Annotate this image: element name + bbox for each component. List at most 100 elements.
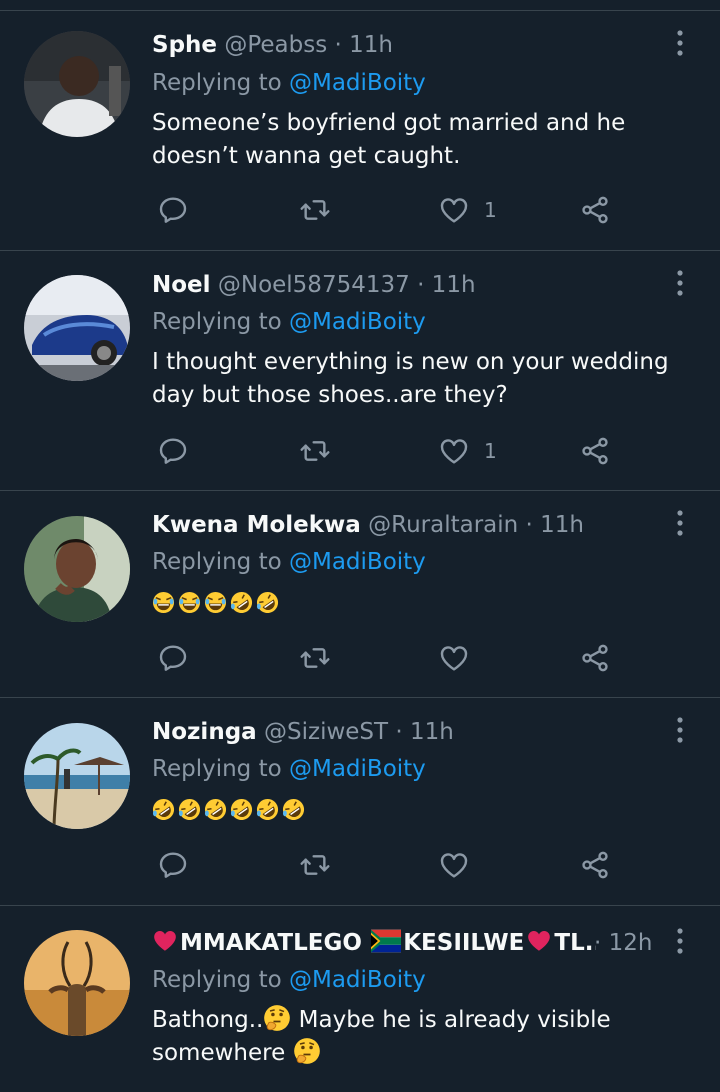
- display-name[interactable]: Nozinga: [152, 719, 257, 745]
- joy-emoji: [178, 591, 201, 614]
- red-heart-emoji: [152, 928, 178, 954]
- timestamp[interactable]: · 11h: [417, 272, 475, 298]
- reply-label: Replying to: [152, 309, 289, 335]
- retweet-icon: [299, 642, 331, 674]
- avatar[interactable]: [24, 275, 130, 381]
- red-heart-emoji: [526, 928, 552, 954]
- retweet-button[interactable]: [299, 431, 331, 471]
- like-button[interactable]: [438, 845, 470, 885]
- timestamp[interactable]: · 11h: [335, 32, 393, 58]
- tweet-emojis: [152, 795, 697, 828]
- display-name[interactable]: Noel: [152, 272, 211, 298]
- like-icon: [438, 642, 470, 674]
- retweet-icon: [299, 849, 331, 881]
- reply-mention[interactable]: @MadiBoity: [289, 549, 426, 575]
- like-button[interactable]: 1: [438, 431, 497, 471]
- tweet-text: Someone’s boyfriend got married and he d…: [152, 110, 626, 169]
- share-icon: [579, 435, 611, 467]
- tweet-header: Kwena Molekwa @Ruraltarain · 11h: [152, 509, 660, 541]
- retweet-button[interactable]: [299, 638, 331, 678]
- reply-mention[interactable]: @MadiBoity: [289, 70, 426, 96]
- timestamp[interactable]: · 11h: [395, 719, 453, 745]
- like-button[interactable]: [438, 638, 470, 678]
- reply-label: Replying to: [152, 70, 289, 96]
- display-name[interactable]: MMAKATLEGO: [180, 930, 362, 956]
- like-count: 1: [484, 198, 497, 222]
- rofl-emoji: [178, 798, 201, 821]
- reply-mention[interactable]: @MadiBoity: [289, 756, 426, 782]
- replying-to: Replying to @MadiBoity: [152, 546, 426, 578]
- avatar[interactable]: [24, 930, 130, 1036]
- reply-button[interactable]: [157, 431, 189, 471]
- like-icon: [438, 849, 470, 881]
- share-icon: [579, 849, 611, 881]
- more-icon[interactable]: [668, 925, 692, 957]
- tweet-text: I thought everything is new on your wedd…: [152, 349, 669, 408]
- share-icon: [579, 642, 611, 674]
- timestamp[interactable]: · 11h: [526, 512, 584, 538]
- avatar[interactable]: [24, 723, 130, 829]
- more-icon[interactable]: [668, 714, 692, 746]
- rofl-emoji: [230, 798, 253, 821]
- username[interactable]: @Noel58754137: [218, 272, 410, 298]
- tweet-actions: [152, 638, 632, 678]
- tweet-text: Bathong.. Maybe he is already visible so…: [152, 1004, 697, 1070]
- more-icon[interactable]: [668, 267, 692, 299]
- tweet-header: Nozinga @SiziweST · 11h: [152, 716, 660, 748]
- like-button[interactable]: 1: [438, 190, 497, 230]
- rofl-emoji: [152, 798, 175, 821]
- thinking-emoji: [263, 1004, 291, 1032]
- reply-icon: [157, 849, 189, 881]
- display-name-end[interactable]: TL...: [554, 930, 596, 956]
- reply-label: Replying to: [152, 549, 289, 575]
- reply-mention[interactable]: @MadiBoity: [289, 967, 426, 993]
- tweet-actions: [152, 845, 632, 885]
- more-icon[interactable]: [668, 507, 692, 539]
- share-button[interactable]: [579, 190, 611, 230]
- reply-icon: [157, 642, 189, 674]
- divider: [0, 250, 720, 251]
- avatar[interactable]: [24, 516, 130, 622]
- divider: [0, 697, 720, 698]
- joy-emoji: [152, 591, 175, 614]
- username[interactable]: @Ruraltarain: [368, 512, 518, 538]
- tweet-header: MMAKATLEGO KESIILWE TL...: [152, 927, 596, 959]
- replying-to: Replying to @MadiBoity: [152, 67, 426, 99]
- like-count: 1: [484, 439, 497, 463]
- rofl-emoji: [282, 798, 305, 821]
- tweet-header: Sphe @Peabss · 11h: [152, 29, 660, 61]
- retweet-button[interactable]: [299, 190, 331, 230]
- share-icon: [579, 194, 611, 226]
- rofl-emoji: [230, 591, 253, 614]
- share-button[interactable]: [579, 638, 611, 678]
- reply-button[interactable]: [157, 638, 189, 678]
- replying-to: Replying to @MadiBoity: [152, 964, 426, 996]
- reply-icon: [157, 194, 189, 226]
- display-name[interactable]: Sphe: [152, 32, 217, 58]
- retweet-button[interactable]: [299, 845, 331, 885]
- reply-button[interactable]: [157, 190, 189, 230]
- avatar[interactable]: [24, 31, 130, 137]
- top-divider: [0, 10, 720, 11]
- display-name-part[interactable]: KESIILWE: [403, 930, 524, 956]
- display-name[interactable]: Kwena Molekwa: [152, 512, 361, 538]
- retweet-icon: [299, 435, 331, 467]
- divider: [0, 490, 720, 491]
- username[interactable]: @Peabss: [224, 32, 327, 58]
- more-icon[interactable]: [668, 27, 692, 59]
- tweet-emojis: [152, 588, 697, 621]
- like-icon: [438, 194, 470, 226]
- username[interactable]: @SiziweST: [264, 719, 388, 745]
- share-button[interactable]: [579, 431, 611, 471]
- south-africa-flag-emoji: [371, 929, 401, 953]
- tweet-actions: 1: [152, 431, 632, 471]
- reply-mention[interactable]: @MadiBoity: [289, 309, 426, 335]
- reply-icon: [157, 435, 189, 467]
- reply-label: Replying to: [152, 756, 289, 782]
- rofl-emoji: [256, 798, 279, 821]
- timestamp[interactable]: · 12h: [594, 927, 652, 959]
- tweet-header: Noel @Noel58754137 · 11h: [152, 269, 660, 301]
- replying-to: Replying to @MadiBoity: [152, 753, 426, 785]
- reply-button[interactable]: [157, 845, 189, 885]
- share-button[interactable]: [579, 845, 611, 885]
